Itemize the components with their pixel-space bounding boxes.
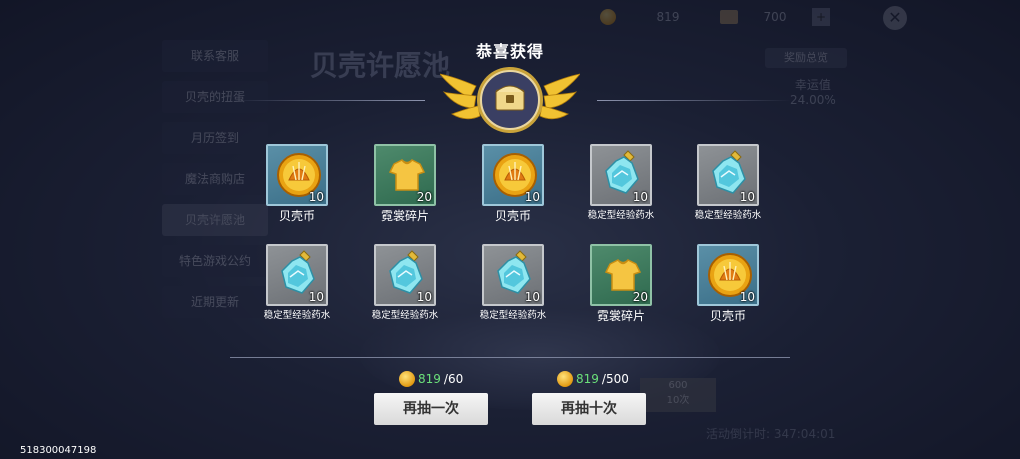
reward-count: 10 [524, 190, 540, 204]
reward-name: 霓裳碎片 [596, 309, 645, 323]
reward-count: 10 [416, 290, 432, 304]
reward-item[interactable]: 10 贝壳币 [482, 144, 548, 224]
reward-item[interactable]: 10 贝壳币 [697, 244, 763, 324]
reward-count: 20 [416, 190, 432, 204]
shell-coin-icon [557, 371, 573, 387]
reward-slot: 10 [266, 144, 328, 206]
draw-once-cost: 819 /60 [399, 371, 463, 387]
reward-item[interactable]: 10 稳定型经验药水 [588, 144, 656, 221]
divider-bottom [230, 357, 790, 358]
reward-item[interactable]: 10 稳定型经验药水 [695, 144, 763, 221]
reward-name: 稳定型经验药水 [694, 210, 762, 221]
reward-item[interactable]: 10 稳定型经验药水 [264, 244, 332, 321]
cost-need: /500 [601, 372, 629, 386]
reward-slot: 10 [697, 244, 759, 306]
reward-name: 霓裳碎片 [380, 209, 429, 223]
shell-coin-icon [399, 371, 415, 387]
reward-item[interactable]: 20 霓裳碎片 [590, 244, 656, 324]
reward-name: 稳定型经验药水 [479, 310, 547, 321]
user-id: 518300047198 [20, 445, 97, 456]
treasure-chest-emblem [440, 67, 580, 133]
divider-left [230, 100, 425, 101]
reward-name: 稳定型经验药水 [371, 310, 439, 321]
reward-count: 20 [632, 290, 648, 304]
reward-count: 10 [308, 290, 324, 304]
reward-item[interactable]: 20 霓裳碎片 [374, 144, 440, 224]
reward-slot: 10 [374, 244, 436, 306]
reward-item[interactable]: 10 稳定型经验药水 [372, 244, 440, 321]
reward-count: 10 [524, 290, 540, 304]
draw-once-button[interactable]: 再抽一次 [374, 393, 488, 425]
reward-slot: 20 [590, 244, 652, 306]
reward-name: 稳定型经验药水 [263, 310, 331, 321]
divider-right [597, 100, 792, 101]
reward-slot: 10 [697, 144, 759, 206]
reward-name: 贝壳币 [494, 209, 531, 223]
cost-have: 819 [576, 372, 599, 386]
reward-slot: 20 [374, 144, 436, 206]
reward-count: 10 [739, 190, 755, 204]
reward-name: 贝壳币 [278, 209, 315, 223]
draw-ten-button[interactable]: 再抽十次 [532, 393, 646, 425]
reward-item[interactable]: 10 贝壳币 [266, 144, 332, 224]
popup-title: 恭喜获得 [475, 42, 544, 61]
reward-name: 贝壳币 [709, 309, 746, 323]
reward-count: 10 [308, 190, 324, 204]
cost-need: /60 [443, 372, 464, 386]
reward-slot: 10 [482, 244, 544, 306]
reward-slot: 10 [266, 244, 328, 306]
cost-have: 819 [418, 372, 441, 386]
reward-name: 稳定型经验药水 [587, 210, 655, 221]
reward-count: 10 [632, 190, 648, 204]
reward-slot: 10 [590, 144, 652, 206]
reward-slot: 10 [482, 144, 544, 206]
reward-item[interactable]: 10 稳定型经验药水 [480, 244, 548, 321]
draw-ten-cost: 819 /500 [557, 371, 629, 387]
reward-count: 10 [739, 290, 755, 304]
